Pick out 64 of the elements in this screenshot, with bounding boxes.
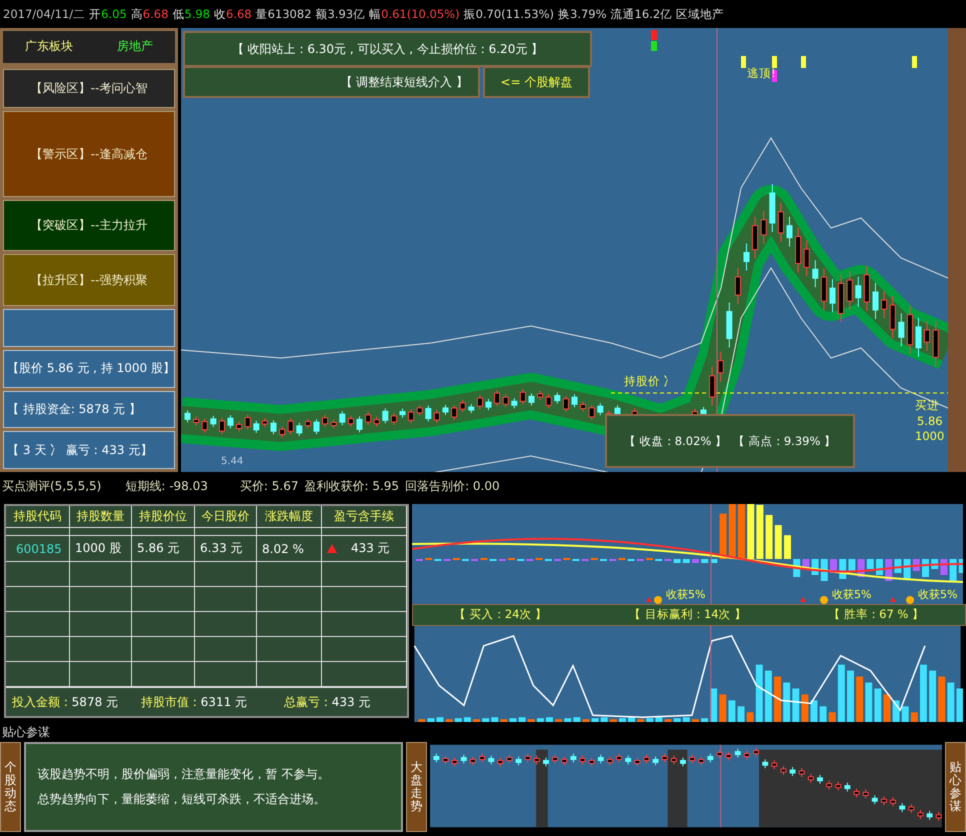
advice-text: 该股趋势不明，股价偏弱，注意量能变化，暂 不参与。 [38,766,330,783]
quote-field: 流通16.2亿 [610,6,672,22]
holding-info: 【 3 天 冫 赢亏 : 433 元】 [7,442,152,459]
quote-field: 额3.93亿 [316,6,366,22]
quote-field: 振0.70(11.53%) [464,6,554,22]
quote-field: 幅0.61(10.05%) [369,6,460,22]
stat-text: 【 买入 : 24次 】 [454,607,548,622]
analysis-button[interactable]: <= 个股解盘 [483,66,590,98]
quote-field: 开6.05 [89,6,127,22]
quote-field: 换3.79% [558,6,607,22]
region-label: 广东板块 [25,38,73,56]
side-label: 贴心参谋 [945,742,966,832]
holding-info: 【 持股资金: 5878 元 】 [7,400,141,418]
buy-label: 买进 [915,398,939,413]
industry-label: 房地产 [117,38,153,56]
side-label: 个股动态 [0,742,21,832]
summary-field: 投入金额 : 5878 元 [6,694,135,710]
summary-field: 总赢亏 : 433 元 [264,694,407,710]
column-header: 持股代码 [6,506,70,528]
table-cell: 5.86 元 [132,536,195,562]
zone-label: 【警示区】--逢高减仓 [30,146,148,163]
table-cell: 600185 [6,536,70,562]
take-profit-label: 收获5% [666,587,706,602]
take-profit-label: 收获5% [918,587,958,602]
stat-text: 【 收盘 : 8.02% 】 [624,434,727,448]
indicator-reading: 买点测评(5,5,5,5) [2,478,102,494]
signal-text: 【 调整结束短线介入 】 [340,74,468,90]
indicator-reading: 回落告别价: 0.00 [405,478,500,494]
stat-text: 【 胜率 : 67 % 】 [828,607,924,622]
quote-field: 高6.68 [130,6,168,22]
indicator-reading: 盈利收获价: 5.95 [304,478,400,494]
sector-name: 区域地产 [676,6,724,22]
advice-text: 总势趋势向下，量能萎缩，短线可杀跌，不适合进场。 [38,791,327,808]
stat-text: 【 目标赢利 : 14次 】 [629,607,746,622]
quote-date: 2017/04/11/二 [3,6,86,22]
quote-field: 低5.98 [172,6,210,22]
holding-info: 【股价 5.86 元 , 持 1000 股】 [7,360,175,378]
escape-label: 逃顶! [747,66,776,81]
indicator-reading: 短期线: -98.03 [125,478,208,494]
zone-label: 【风险区】--考问心智 [30,80,148,98]
low-price-label: 5.44 [221,456,244,467]
column-header: 持股价位 [132,506,195,528]
side-label: 大盘走势 [406,742,427,832]
table-cell: 433 元 [322,536,407,562]
section-title: 贴心参谋 [1,724,51,741]
column-header: 盈亏含手续 [322,506,407,528]
summary-field: 持股市值 : 6311 元 [135,694,264,710]
signal-text: 【 收阳站上 : 6.30元 , 可以买入 , 今止损价位 : 6.20元 】 [232,40,544,58]
column-header: 涨跌幅度 [257,506,322,528]
hold-price-label: 持股价 冫 [624,374,676,389]
quote-field: 收6.68 [214,6,252,22]
column-header: 今日股价 [195,506,257,528]
indicator-reading: 买价: 5.67 [240,478,298,494]
column-header: 持股数量 [70,506,132,528]
stat-text: 【 高点 : 9.39% 】 [733,434,836,448]
table-cell: 1000 股 [70,536,132,562]
table-cell: 6.33 元 [195,536,257,562]
zone-label: 【拉升区】--强势积聚 [30,272,148,289]
buy-price: 5.86 [917,414,943,428]
buy-quantity: 1000 [915,429,944,443]
take-profit-label: 收获5% [832,587,872,602]
table-cell: 8.02 % [257,536,322,562]
zone-label: 【突破区】--主力拉升 [30,217,148,234]
quote-field: 量613082 [256,6,312,22]
